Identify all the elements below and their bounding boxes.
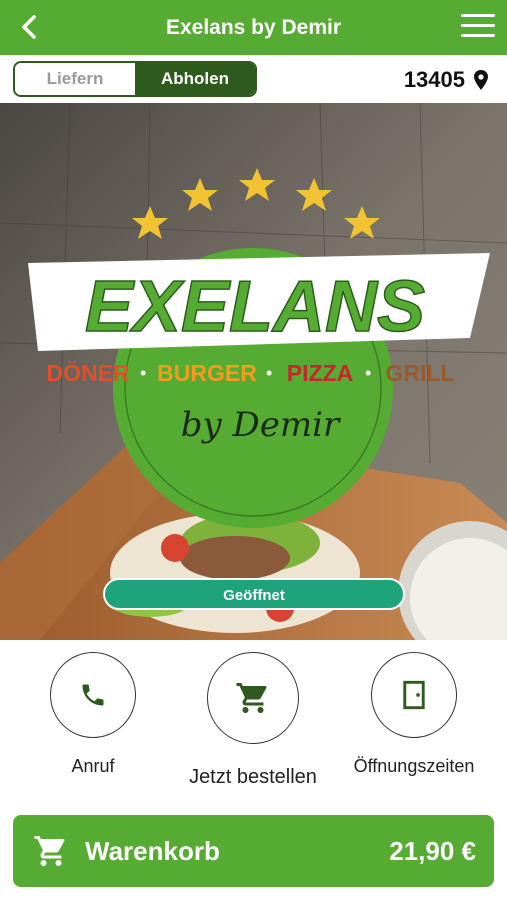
order-now-button[interactable]: Jetzt bestellen (168, 652, 338, 789)
hero-logo-text: EXELANS (85, 267, 425, 347)
svg-text:by Demir: by Demir (181, 405, 341, 445)
svg-text:PIZZA: PIZZA (287, 360, 353, 386)
map-pin-icon (474, 70, 488, 90)
svg-text:•: • (266, 363, 272, 383)
svg-text:•: • (140, 363, 146, 383)
phone-icon (82, 684, 104, 706)
location-selector[interactable]: 13405 (404, 67, 489, 93)
call-button[interactable]: Anruf (8, 652, 178, 777)
cart-button[interactable]: Warenkorb 21,90 € (13, 815, 494, 887)
hours-circle (371, 652, 457, 738)
hero-banner: EXELANS DÖNER • BURGER • PIZZA • GRILL b… (0, 103, 507, 640)
hamburger-menu-icon[interactable] (461, 14, 495, 42)
mode-bar: Liefern Abholen 13405 (0, 55, 507, 103)
opening-hours-label: Öffnungszeiten (353, 756, 475, 776)
order-now-label: Jetzt bestellen (189, 766, 317, 788)
shopping-cart-icon (236, 683, 267, 713)
top-bar: Exelans by Demir (0, 0, 507, 55)
tab-liefern[interactable]: Liefern (15, 63, 135, 95)
cart-label: Warenkorb (85, 835, 220, 866)
cart-total: 21,90 € (389, 835, 476, 866)
delivery-mode-toggle: Liefern Abholen (13, 61, 257, 97)
call-circle (50, 652, 136, 738)
svg-text:•: • (365, 363, 371, 383)
call-label: Anruf (71, 756, 115, 776)
page-title: Exelans by Demir (165, 16, 342, 39)
svg-text:DÖNER: DÖNER (46, 360, 129, 386)
order-circle (207, 652, 299, 744)
door-icon (403, 680, 425, 710)
hero-image: EXELANS DÖNER • BURGER • PIZZA • GRILL b… (0, 103, 507, 640)
svg-text:GRILL: GRILL (386, 360, 455, 386)
svg-text:BURGER: BURGER (157, 360, 257, 386)
shopping-cart-icon (34, 836, 65, 866)
tab-abholen[interactable]: Abholen (135, 63, 255, 95)
opening-hours-button[interactable]: Öffnungszeiten (329, 652, 499, 777)
status-badge: Geöffnet (103, 578, 405, 610)
quick-actions: Anruf Jetzt bestellen Öffnungszeiten (0, 640, 507, 800)
zip-code: 13405 (403, 67, 465, 92)
